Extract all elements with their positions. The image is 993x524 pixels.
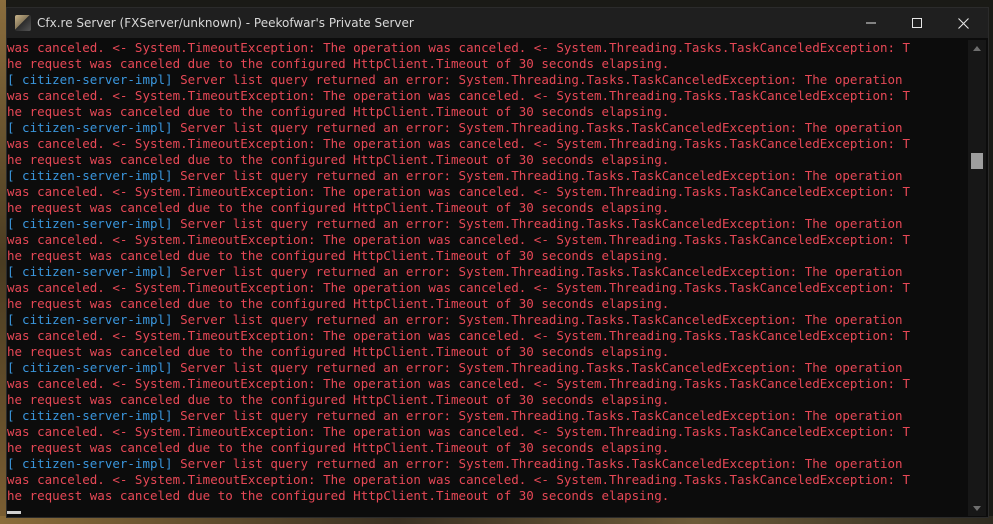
log-message: was canceled. <- System.TimeoutException…: [7, 424, 911, 439]
minimize-button[interactable]: [848, 8, 894, 38]
console-line: [ citizen-server-impl] Server list query…: [7, 216, 968, 232]
maximize-icon: [912, 18, 922, 28]
console-line: was canceled. <- System.TimeoutException…: [7, 232, 968, 248]
log-message: he request was canceled due to the confi…: [7, 440, 670, 455]
window-title: Cfx.re Server (FXServer/unknown) - Peeko…: [37, 16, 414, 30]
log-message: he request was canceled due to the confi…: [7, 104, 670, 119]
log-message: Server list query returned an error: Sys…: [172, 216, 903, 231]
scroll-down-button[interactable]: [968, 500, 986, 516]
log-message: he request was canceled due to the confi…: [7, 344, 670, 359]
log-source-tag: [ citizen-server-impl]: [7, 312, 173, 327]
log-source-tag: [ citizen-server-impl]: [7, 120, 173, 135]
maximize-button[interactable]: [894, 8, 940, 38]
log-source-tag: [ citizen-server-impl]: [7, 456, 173, 471]
scroll-thumb[interactable]: [971, 153, 983, 169]
log-message: he request was canceled due to the confi…: [7, 56, 670, 71]
console-line: was canceled. <- System.TimeoutException…: [7, 88, 968, 104]
console-line: [ citizen-server-impl] Server list query…: [7, 312, 968, 328]
app-icon[interactable]: [15, 15, 31, 31]
log-message: was canceled. <- System.TimeoutException…: [7, 328, 911, 343]
log-message: he request was canceled due to the confi…: [7, 488, 670, 503]
console-line: [ citizen-server-impl] Server list query…: [7, 264, 968, 280]
console-line: [ citizen-server-impl] Server list query…: [7, 120, 968, 136]
log-message: Server list query returned an error: Sys…: [172, 408, 903, 423]
log-message: was canceled. <- System.TimeoutException…: [7, 472, 911, 487]
console-line: was canceled. <- System.TimeoutException…: [7, 376, 968, 392]
log-message: Server list query returned an error: Sys…: [172, 312, 903, 327]
log-source-tag: [ citizen-server-impl]: [7, 72, 173, 87]
log-message: Server list query returned an error: Sys…: [172, 264, 903, 279]
console-line: [ citizen-server-impl] Server list query…: [7, 456, 968, 472]
console-line: [ citizen-server-impl] Server list query…: [7, 408, 968, 424]
console-line: was canceled. <- System.TimeoutException…: [7, 424, 968, 440]
console-line: he request was canceled due to the confi…: [7, 56, 968, 72]
log-source-tag: [ citizen-server-impl]: [7, 408, 173, 423]
console-line: [ citizen-server-impl] Server list query…: [7, 168, 968, 184]
log-message: Server list query returned an error: Sys…: [172, 120, 903, 135]
title-bar[interactable]: Cfx.re Server (FXServer/unknown) - Peeko…: [7, 8, 988, 38]
text-cursor: [7, 511, 21, 514]
log-message: was canceled. <- System.TimeoutException…: [7, 376, 911, 391]
log-source-tag: [ citizen-server-impl]: [7, 168, 173, 183]
scroll-up-arrow-icon: [973, 45, 981, 51]
minimize-icon: [866, 22, 876, 24]
scroll-up-button[interactable]: [968, 40, 986, 56]
console-line: was canceled. <- System.TimeoutException…: [7, 40, 968, 56]
console-line: he request was canceled due to the confi…: [7, 200, 968, 216]
log-message: he request was canceled due to the confi…: [7, 296, 670, 311]
console-line: was canceled. <- System.TimeoutException…: [7, 328, 968, 344]
log-message: Server list query returned an error: Sys…: [172, 360, 903, 375]
log-message: was canceled. <- System.TimeoutException…: [7, 136, 911, 151]
vertical-scrollbar[interactable]: [968, 40, 986, 516]
console-line: was canceled. <- System.TimeoutException…: [7, 472, 968, 488]
console-line: he request was canceled due to the confi…: [7, 440, 968, 456]
log-message: Server list query returned an error: Sys…: [172, 168, 903, 183]
log-message: he request was canceled due to the confi…: [7, 200, 670, 215]
log-message: he request was canceled due to the confi…: [7, 152, 670, 167]
console-line: [ citizen-server-impl] Server list query…: [7, 360, 968, 376]
close-icon: [957, 17, 969, 29]
log-source-tag: [ citizen-server-impl]: [7, 264, 173, 279]
console-line: [ citizen-server-impl] Server list query…: [7, 72, 968, 88]
console-line: he request was canceled due to the confi…: [7, 488, 968, 504]
log-message: was canceled. <- System.TimeoutException…: [7, 40, 911, 55]
console-line: was canceled. <- System.TimeoutException…: [7, 184, 968, 200]
log-message: he request was canceled due to the confi…: [7, 248, 670, 263]
console-line: he request was canceled due to the confi…: [7, 152, 968, 168]
log-message: was canceled. <- System.TimeoutException…: [7, 232, 911, 247]
console-window: Cfx.re Server (FXServer/unknown) - Peeko…: [6, 7, 989, 518]
console-output[interactable]: was canceled. <- System.TimeoutException…: [7, 40, 968, 510]
log-source-tag: [ citizen-server-impl]: [7, 360, 173, 375]
close-button[interactable]: [940, 8, 986, 38]
console-line: was canceled. <- System.TimeoutException…: [7, 280, 968, 296]
log-source-tag: [ citizen-server-impl]: [7, 216, 173, 231]
console-line: he request was canceled due to the confi…: [7, 296, 968, 312]
scroll-down-arrow-icon: [973, 505, 981, 511]
log-message: Server list query returned an error: Sys…: [172, 72, 903, 87]
console-line: was canceled. <- System.TimeoutException…: [7, 136, 968, 152]
log-message: Server list query returned an error: Sys…: [172, 456, 903, 471]
console-line: he request was canceled due to the confi…: [7, 248, 968, 264]
console-line: he request was canceled due to the confi…: [7, 392, 968, 408]
console-line: he request was canceled due to the confi…: [7, 344, 968, 360]
console-line: he request was canceled due to the confi…: [7, 104, 968, 120]
log-message: was canceled. <- System.TimeoutException…: [7, 280, 911, 295]
log-message: was canceled. <- System.TimeoutException…: [7, 88, 911, 103]
log-message: was canceled. <- System.TimeoutException…: [7, 184, 911, 199]
log-message: he request was canceled due to the confi…: [7, 392, 670, 407]
